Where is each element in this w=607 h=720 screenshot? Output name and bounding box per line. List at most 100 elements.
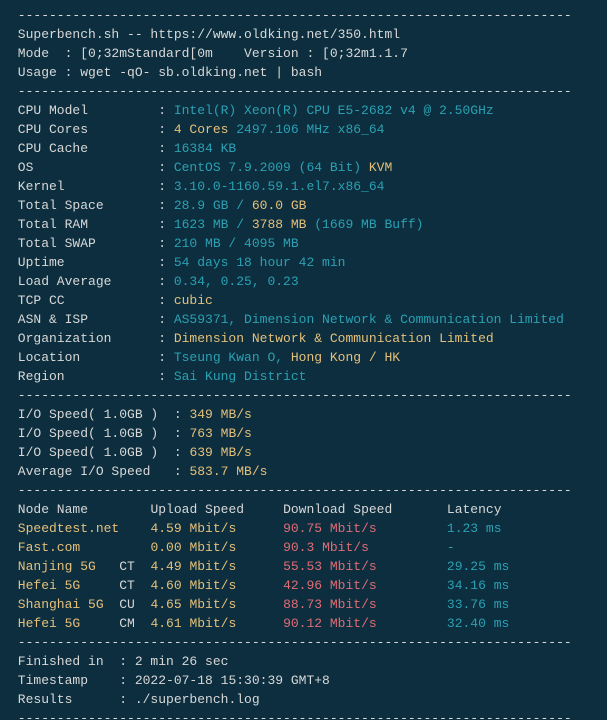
speed-header: Node Name Upload Speed Download Speed La… [10,500,597,519]
divider-line: ----------------------------------------… [10,82,597,101]
node-name: Speedtest.net [10,521,119,536]
sys-label: Uptime : [10,255,174,270]
latency: 34.16 ms [447,578,509,593]
sys-row: Kernel : 3.10.0-1160.59.1.el7.x86_64 [10,177,597,196]
upload-speed: 4.59 Mbit/s [150,521,283,536]
download-speed: 42.96 Mbit/s [283,578,447,593]
sys-label: Total SWAP : [10,236,174,251]
download-speed: 88.73 Mbit/s [283,597,447,612]
sys-row: CPU Cache : 16384 KB [10,139,597,158]
sys-label: CPU Cache : [10,141,174,156]
upload-speed: 4.65 Mbit/s [150,597,283,612]
sys-row: Organization : Dimension Network & Commu… [10,329,597,348]
sys-label: Total RAM : [10,217,174,232]
sys-value: 2497.106 MHz x86_64 [228,122,384,137]
node-tag [119,540,150,555]
download-speed: 55.53 Mbit/s [283,559,447,574]
sys-row: Region : Sai Kung District [10,367,597,386]
io-label: I/O Speed( 1.0GB ) : [10,445,189,460]
footer-value: 2022-07-18 15:30:39 GMT+8 [135,673,330,688]
header-mode: Mode : [0;32mStandard[0m Version : [0;32… [10,44,597,63]
sys-label: Load Average : [10,274,174,289]
node-tag: CT [119,578,150,593]
sys-value: Sai Kung District [174,369,307,384]
sys-label: Total Space : [10,198,174,213]
sys-row: Total RAM : 1623 MB / 3788 MB (1669 MB B… [10,215,597,234]
upload-speed: 4.60 Mbit/s [150,578,283,593]
io-label: Average I/O Speed : [10,464,189,479]
sys-row: Load Average : 0.34, 0.25, 0.23 [10,272,597,291]
footer-value: ./superbench.log [135,692,260,707]
io-value: 639 MB/s [189,445,251,460]
sys-value: Intel(R) Xeon(R) CPU E5-2682 v4 @ 2.50GH… [174,103,494,118]
sys-label: Kernel : [10,179,174,194]
sys-value: 54 days 18 hour 42 min [174,255,346,270]
io-label: I/O Speed( 1.0GB ) : [10,407,189,422]
footer-row: Results : ./superbench.log [10,690,597,709]
sys-row: CPU Cores : 4 Cores 2497.106 MHz x86_64 [10,120,597,139]
footer-row: Timestamp : 2022-07-18 15:30:39 GMT+8 [10,671,597,690]
sys-value: Hong Kong / HK [291,350,400,365]
node-name: Shanghai 5G [10,597,119,612]
sys-value: cubic [174,293,213,308]
header-usage: Usage : wget -qO- sb.oldking.net | bash [10,63,597,82]
sys-row: TCP CC : cubic [10,291,597,310]
latency: 29.25 ms [447,559,509,574]
footer-row: Finished in : 2 min 26 sec [10,652,597,671]
upload-speed: 4.61 Mbit/s [150,616,283,631]
sys-value: Tseung Kwan O, [174,350,291,365]
sys-value: KVM [361,160,392,175]
sys-value: 16384 KB [174,141,236,156]
sys-label: ASN & ISP : [10,312,174,327]
node-name: Hefei 5G [10,616,119,631]
sys-row: Location : Tseung Kwan O, Hong Kong / HK [10,348,597,367]
io-label: I/O Speed( 1.0GB ) : [10,426,189,441]
sys-value: 3.10.0-1160.59.1.el7.x86_64 [174,179,385,194]
download-speed: 90.75 Mbit/s [283,521,447,536]
divider-line: ----------------------------------------… [10,633,597,652]
sys-value: 60.0 GB [252,198,307,213]
io-row: Average I/O Speed : 583.7 MB/s [10,462,597,481]
sys-row: OS : CentOS 7.9.2009 (64 Bit) KVM [10,158,597,177]
speed-row: Speedtest.net 4.59 Mbit/s 90.75 Mbit/s 1… [10,519,597,538]
sys-row: Uptime : 54 days 18 hour 42 min [10,253,597,272]
sys-value: 210 MB / 4095 MB [174,236,299,251]
sys-label: Location : [10,350,174,365]
speed-row: Fast.com 0.00 Mbit/s 90.3 Mbit/s - [10,538,597,557]
download-speed: 90.3 Mbit/s [283,540,447,555]
upload-speed: 0.00 Mbit/s [150,540,283,555]
node-tag [119,521,150,536]
io-row: I/O Speed( 1.0GB ) : 763 MB/s [10,424,597,443]
sys-value: CentOS 7.9.2009 (64 Bit) [174,160,361,175]
sys-label: Region : [10,369,174,384]
header-title: Superbench.sh -- https://www.oldking.net… [10,25,597,44]
node-tag: CM [119,616,150,631]
footer-label: Finished in : [10,654,135,669]
sys-value: Dimension Network & Communication Limite… [174,331,494,346]
sys-label: CPU Model : [10,103,174,118]
node-name: Fast.com [10,540,119,555]
node-tag: CU [119,597,150,612]
latency: 1.23 ms [447,521,502,536]
footer-label: Timestamp : [10,673,135,688]
latency: 32.40 ms [447,616,509,631]
sys-row: Total SWAP : 210 MB / 4095 MB [10,234,597,253]
sys-row: Total Space : 28.9 GB / 60.0 GB [10,196,597,215]
sys-value: 4 Cores [174,122,229,137]
latency: 33.76 ms [447,597,509,612]
sys-value: 0.34, 0.25, 0.23 [174,274,299,289]
sys-value: (1669 MB Buff) [306,217,423,232]
upload-speed: 4.49 Mbit/s [150,559,283,574]
node-name: Hefei 5G [10,578,119,593]
sys-label: OS : [10,160,174,175]
divider-line: ----------------------------------------… [10,386,597,405]
footer-label: Results : [10,692,135,707]
latency: - [447,540,455,555]
speed-row: Hefei 5G CT 4.60 Mbit/s 42.96 Mbit/s 34.… [10,576,597,595]
divider-line: ----------------------------------------… [10,481,597,500]
speed-row: Nanjing 5G CT 4.49 Mbit/s 55.53 Mbit/s 2… [10,557,597,576]
node-tag: CT [119,559,150,574]
footer-value: 2 min 26 sec [135,654,229,669]
io-row: I/O Speed( 1.0GB ) : 349 MB/s [10,405,597,424]
sys-value: AS59371, Dimension Network & Communicati… [174,312,564,327]
